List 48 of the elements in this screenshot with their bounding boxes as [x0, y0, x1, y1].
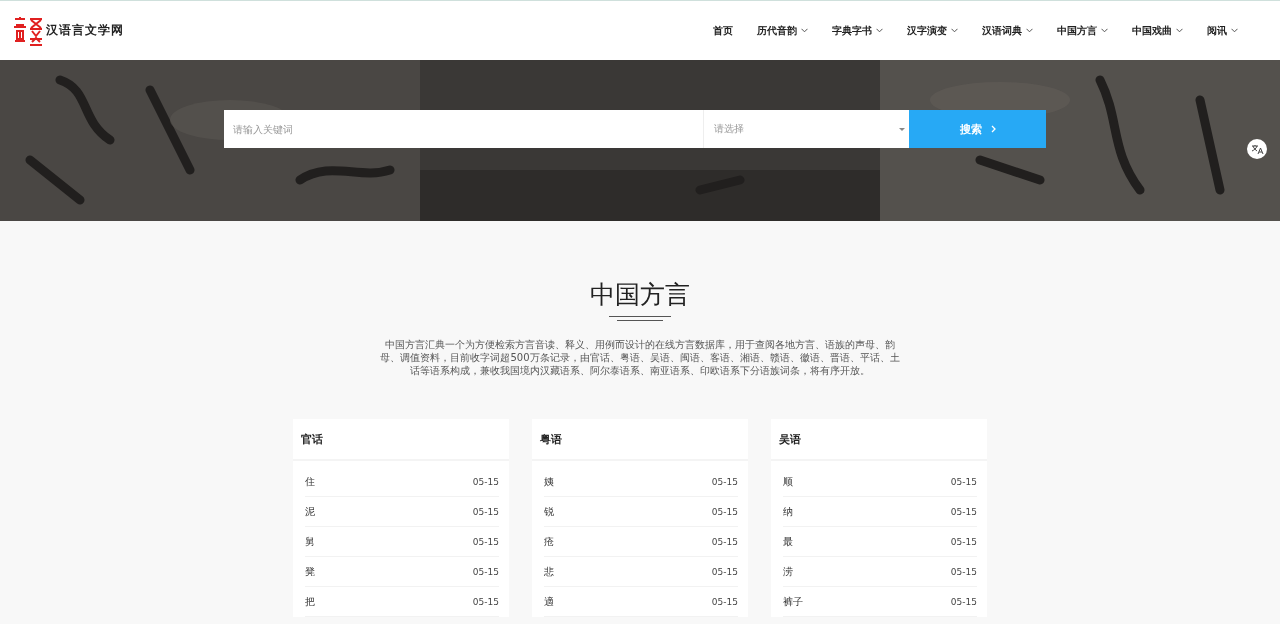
entry-link[interactable]: 凳	[305, 564, 315, 579]
entry-date: 05-15	[950, 506, 977, 517]
nav-link[interactable]: 中国戏曲	[1120, 23, 1195, 38]
nav-link[interactable]: 字典字书	[820, 23, 895, 38]
translate-icon[interactable]	[1247, 139, 1267, 159]
card-title: 吴语	[771, 419, 987, 461]
entry-link[interactable]: 泥	[305, 504, 315, 519]
entry-link[interactable]: 住	[305, 474, 315, 489]
entry-link[interactable]: 適	[544, 594, 554, 609]
keyword-search-field[interactable]: 请输入关键词	[224, 110, 704, 148]
chevron-right-icon	[990, 125, 996, 133]
logo-text[interactable]: 汉语言文学网	[46, 22, 124, 39]
entry-date: 05-15	[472, 536, 499, 547]
entry-link[interactable]: 纳	[783, 504, 793, 519]
entry-link[interactable]: 顺	[783, 474, 793, 489]
entry-link[interactable]: 姨	[544, 474, 554, 489]
entry-link[interactable]: 最	[783, 534, 793, 549]
entry-link[interactable]: 锐	[544, 504, 554, 519]
section-description: 中国方言汇典一个为方便检索方言音读、释义、用例而设计的在线方言数据库，用于查阅各地方言、语族的声母、韵母、调值资料，目前收字词超500万条记录，由官话、粤语、吴语、闽语、客语、湘语、赣语、徽语、晋语、平话、土话等语系构成，兼收我国境内汉藏语系、阿尔泰语系、南亚语系、印欧语系下分语族词条，将有序开放。	[380, 338, 900, 377]
entry-date: 05-15	[472, 596, 499, 607]
entry-link[interactable]: 悲	[544, 564, 554, 579]
entry-date: 05-15	[950, 566, 977, 577]
logo-icon	[12, 14, 44, 47]
nav-link[interactable]: 阅讯	[1195, 23, 1250, 38]
entry-date: 05-15	[711, 566, 738, 577]
entry-date: 05-15	[711, 476, 738, 487]
entry-date: 05-15	[472, 566, 499, 577]
entry-link[interactable]: 裤子	[783, 594, 803, 609]
nav-link[interactable]: 中国方言	[1045, 23, 1120, 38]
entry-link[interactable]: 把	[305, 594, 315, 609]
entry-date: 05-15	[711, 596, 738, 607]
entry-date: 05-15	[711, 506, 738, 517]
entry-link[interactable]: 疮	[544, 534, 554, 549]
entry-link[interactable]: 舅	[305, 534, 315, 549]
entry-date: 05-15	[472, 476, 499, 487]
entry-link[interactable]: 涝	[783, 564, 793, 579]
entry-date: 05-15	[950, 536, 977, 547]
card-title: 粤语	[532, 419, 748, 461]
nav-link[interactable]: 首页	[701, 23, 745, 38]
nav-link[interactable]: 汉语词典	[970, 23, 1045, 38]
entry-date: 05-15	[472, 506, 499, 517]
nav-link[interactable]: 历代音韵	[745, 23, 820, 38]
section-title: 中国方言	[590, 279, 690, 311]
entry-date: 05-15	[950, 596, 977, 607]
entry-date: 05-15	[950, 476, 977, 487]
nav-link[interactable]: 汉字演变	[895, 23, 970, 38]
card-title: 官话	[293, 419, 509, 461]
entry-date: 05-15	[711, 536, 738, 547]
